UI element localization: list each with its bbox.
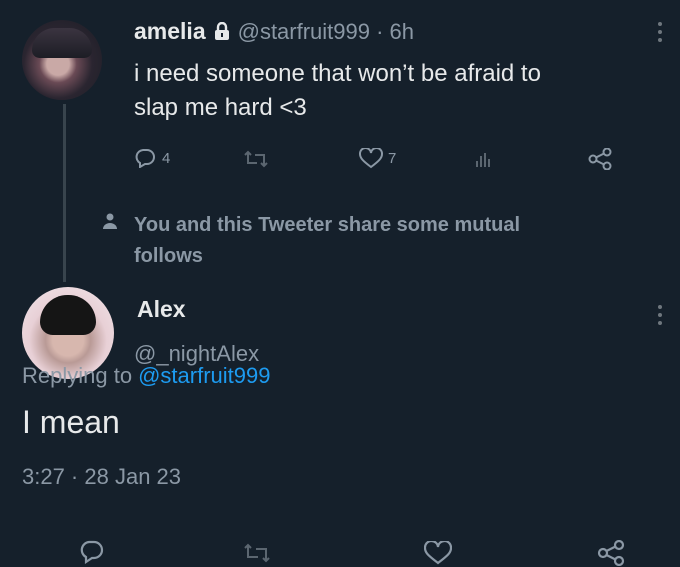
tweet1-text: i need someone that won’t be afraid to s…	[134, 57, 674, 125]
tweet1-display-name[interactable]: amelia	[134, 18, 206, 45]
tweet1-more-menu-icon[interactable]	[657, 22, 663, 42]
tweet2-like-action[interactable]	[424, 541, 452, 565]
tweet1-analytics-action[interactable]	[474, 150, 492, 168]
tweet1-like-action[interactable]: 7	[359, 148, 396, 169]
tweet1-handle-time[interactable]: @starfruit999 · 6h	[238, 19, 414, 45]
analytics-icon	[476, 153, 490, 167]
tweet2-more-menu-icon[interactable]	[657, 305, 663, 325]
tweet1-share-action[interactable]	[588, 148, 612, 170]
tweet1-header: amelia @starfruit999 · 6h	[134, 18, 414, 45]
replying-to-prefix: Replying to	[22, 363, 133, 388]
share-icon	[588, 148, 612, 170]
tweet2-display-name[interactable]: Alex	[137, 296, 186, 323]
tweet1-text-line2: slap me hard <3	[134, 94, 307, 121]
mutual-notice-line1: You and this Tweeter share some mutual	[134, 214, 521, 236]
tweet1-retweet-action[interactable]	[243, 149, 269, 169]
mutual-follows-notice: You and this Tweeter share some mutual f…	[134, 210, 664, 272]
tweet2-reply-action[interactable]	[79, 540, 105, 564]
retweet-icon	[244, 150, 268, 168]
tweet2-timestamp[interactable]: 3:27 · 28 Jan 23	[22, 464, 181, 490]
lock-icon	[214, 22, 230, 41]
replying-to-handle-link[interactable]: @starfruit999	[138, 363, 270, 389]
avatar-amelia[interactable]	[22, 20, 102, 100]
heart-icon	[359, 148, 383, 169]
person-icon	[102, 212, 118, 230]
mutual-notice-line2: follows	[134, 245, 203, 267]
reply-icon	[80, 540, 104, 564]
reply-icon	[134, 148, 156, 168]
retweet-icon	[244, 543, 270, 563]
tweet2-text: I mean	[22, 404, 120, 440]
tweet1-text-line1: i need someone that won’t be afraid to	[134, 60, 541, 87]
share-icon	[597, 540, 625, 566]
tweet2-share-action[interactable]	[597, 540, 625, 566]
tweet1-reply-count: 4	[162, 149, 171, 167]
thread-connector-line	[63, 104, 66, 282]
heart-icon	[424, 541, 452, 565]
replying-to-line: Replying to @starfruit999	[22, 363, 270, 389]
tweet2-retweet-action[interactable]	[243, 542, 271, 564]
tweet1-like-count: 7	[388, 150, 397, 167]
tweet1-reply-action[interactable]: 4	[134, 148, 170, 168]
